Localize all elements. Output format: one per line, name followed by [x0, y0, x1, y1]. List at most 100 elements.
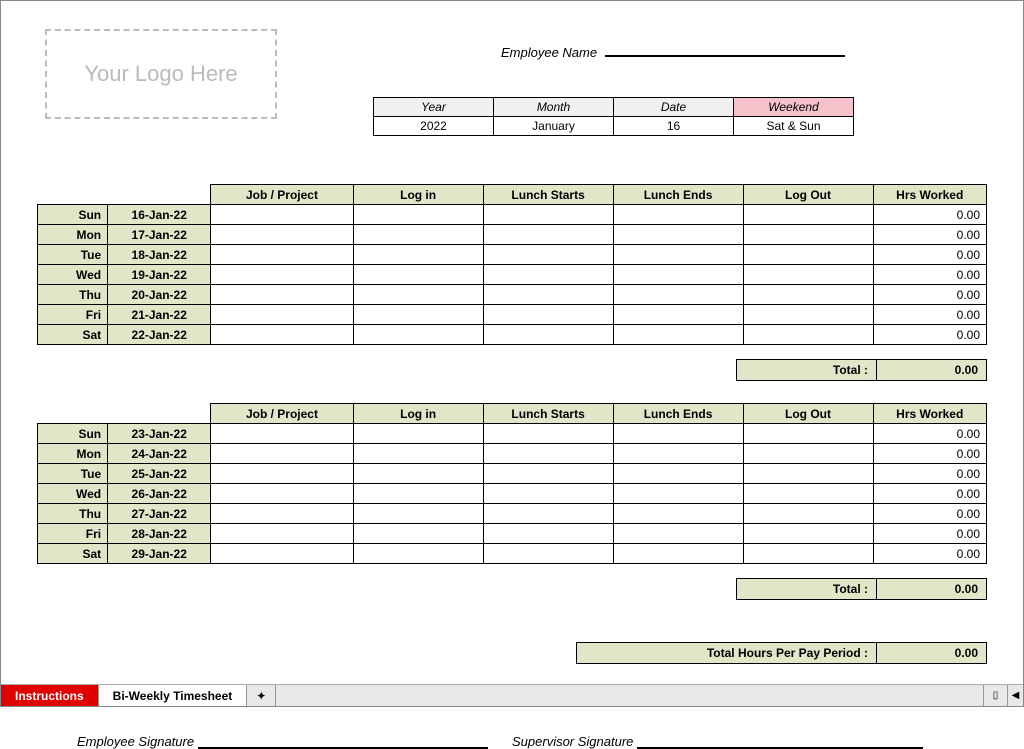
- lunch-end-cell[interactable]: [613, 484, 743, 504]
- hrs-cell: 0.00: [873, 524, 987, 544]
- lunch-end-cell[interactable]: [613, 205, 743, 225]
- job-cell[interactable]: [211, 544, 353, 564]
- day-cell: Sat: [38, 544, 108, 564]
- hrs-cell: 0.00: [873, 484, 987, 504]
- day-cell: Sun: [38, 205, 108, 225]
- login-cell[interactable]: [353, 225, 483, 245]
- grand-total-section: Total Hours Per Pay Period : 0.00: [37, 628, 987, 664]
- job-cell[interactable]: [211, 265, 353, 285]
- login-cell[interactable]: [353, 325, 483, 345]
- login-cell[interactable]: [353, 464, 483, 484]
- lunch-start-cell[interactable]: [483, 484, 613, 504]
- day-cell: Fri: [38, 305, 108, 325]
- logout-cell[interactable]: [743, 524, 873, 544]
- logout-cell[interactable]: [743, 245, 873, 265]
- table-row: Sun23-Jan-220.00: [38, 424, 987, 444]
- lunch-start-cell[interactable]: [483, 325, 613, 345]
- logout-cell[interactable]: [743, 544, 873, 564]
- meta-value-month[interactable]: January: [494, 117, 614, 136]
- lunch-end-cell[interactable]: [613, 225, 743, 245]
- logout-cell[interactable]: [743, 265, 873, 285]
- login-cell[interactable]: [353, 424, 483, 444]
- tab-biweekly-timesheet[interactable]: Bi-Weekly Timesheet: [99, 685, 248, 706]
- job-cell[interactable]: [211, 205, 353, 225]
- job-cell[interactable]: [211, 444, 353, 464]
- meta-value-weekend[interactable]: Sat & Sun: [734, 117, 854, 136]
- lunch-start-cell[interactable]: [483, 265, 613, 285]
- lunch-start-cell[interactable]: [483, 544, 613, 564]
- table-row: Sat29-Jan-220.00: [38, 544, 987, 564]
- employee-signature-label: Employee Signature: [77, 734, 194, 749]
- login-cell[interactable]: [353, 205, 483, 225]
- logout-cell[interactable]: [743, 464, 873, 484]
- hrs-cell: 0.00: [873, 245, 987, 265]
- lunch-start-cell[interactable]: [483, 305, 613, 325]
- lunch-end-cell[interactable]: [613, 245, 743, 265]
- login-cell[interactable]: [353, 524, 483, 544]
- week1-body: Sun16-Jan-220.00Mon17-Jan-220.00Tue18-Ja…: [38, 205, 987, 345]
- logout-cell[interactable]: [743, 225, 873, 245]
- job-cell[interactable]: [211, 325, 353, 345]
- lunch-start-cell[interactable]: [483, 444, 613, 464]
- employee-name-field: Employee Name: [501, 45, 845, 60]
- lunch-end-cell[interactable]: [613, 265, 743, 285]
- lunch-end-cell[interactable]: [613, 424, 743, 444]
- lunch-end-cell[interactable]: [613, 444, 743, 464]
- lunch-end-cell[interactable]: [613, 325, 743, 345]
- lunch-start-cell[interactable]: [483, 524, 613, 544]
- employee-name-label: Employee Name: [501, 45, 597, 60]
- hrs-cell: 0.00: [873, 504, 987, 524]
- job-cell[interactable]: [211, 424, 353, 444]
- job-cell[interactable]: [211, 464, 353, 484]
- login-cell[interactable]: [353, 444, 483, 464]
- login-cell[interactable]: [353, 305, 483, 325]
- lunch-end-cell[interactable]: [613, 524, 743, 544]
- logout-cell[interactable]: [743, 444, 873, 464]
- logout-cell[interactable]: [743, 305, 873, 325]
- scroll-box-icon[interactable]: ▯: [983, 685, 1007, 706]
- col-job: Job / Project: [211, 185, 353, 205]
- job-cell[interactable]: [211, 524, 353, 544]
- lunch-end-cell[interactable]: [613, 285, 743, 305]
- job-cell[interactable]: [211, 225, 353, 245]
- job-cell[interactable]: [211, 305, 353, 325]
- lunch-start-cell[interactable]: [483, 424, 613, 444]
- login-cell[interactable]: [353, 285, 483, 305]
- employee-name-line[interactable]: [605, 55, 845, 57]
- lunch-start-cell[interactable]: [483, 225, 613, 245]
- login-cell[interactable]: [353, 484, 483, 504]
- scroll-left-icon[interactable]: ◀: [1007, 685, 1023, 706]
- login-cell[interactable]: [353, 544, 483, 564]
- lunch-end-cell[interactable]: [613, 504, 743, 524]
- lunch-end-cell[interactable]: [613, 305, 743, 325]
- logout-cell[interactable]: [743, 484, 873, 504]
- logout-cell[interactable]: [743, 504, 873, 524]
- login-cell[interactable]: [353, 265, 483, 285]
- lunch-end-cell[interactable]: [613, 544, 743, 564]
- job-cell[interactable]: [211, 285, 353, 305]
- lunch-start-cell[interactable]: [483, 464, 613, 484]
- logout-cell[interactable]: [743, 325, 873, 345]
- job-cell[interactable]: [211, 245, 353, 265]
- new-sheet-icon[interactable]: ✦: [247, 685, 276, 706]
- job-cell[interactable]: [211, 504, 353, 524]
- lunch-start-cell[interactable]: [483, 205, 613, 225]
- lunch-start-cell[interactable]: [483, 285, 613, 305]
- job-cell[interactable]: [211, 484, 353, 504]
- tab-instructions[interactable]: Instructions: [1, 685, 99, 706]
- date-cell: 29-Jan-22: [108, 544, 211, 564]
- table-row: Wed19-Jan-220.00: [38, 265, 987, 285]
- logout-cell[interactable]: [743, 424, 873, 444]
- lunch-start-cell[interactable]: [483, 504, 613, 524]
- meta-value-year[interactable]: 2022: [374, 117, 494, 136]
- day-cell: Wed: [38, 265, 108, 285]
- week1-total-label: Total :: [737, 360, 877, 381]
- meta-value-date[interactable]: 16: [614, 117, 734, 136]
- logout-cell[interactable]: [743, 205, 873, 225]
- login-cell[interactable]: [353, 245, 483, 265]
- login-cell[interactable]: [353, 504, 483, 524]
- lunch-start-cell[interactable]: [483, 245, 613, 265]
- lunch-end-cell[interactable]: [613, 464, 743, 484]
- week2-section: Job / Project Log in Lunch Starts Lunch …: [37, 403, 987, 600]
- logout-cell[interactable]: [743, 285, 873, 305]
